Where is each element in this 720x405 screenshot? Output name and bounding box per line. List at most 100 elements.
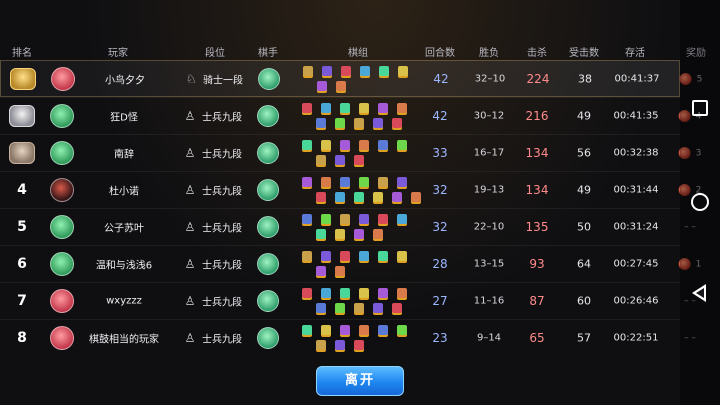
avatar[interactable] — [51, 66, 75, 91]
dan-label: 士兵九段 — [202, 149, 242, 161]
lineup-unit-icon — [397, 214, 407, 224]
table-header: 排名 玩家 段位 棋手 棋组 回合数 胜负 击杀 受击数 存活 奖励 — [0, 40, 706, 60]
chessman-avatar[interactable] — [257, 179, 279, 201]
kills-value: 224 — [526, 71, 550, 86]
lineup-unit-icon — [379, 66, 389, 76]
leave-button[interactable]: 离开 — [316, 366, 404, 396]
lineup-unit-icon — [321, 325, 331, 335]
lineup-units[interactable] — [298, 248, 422, 281]
table-row[interactable]: 4 杜小诺 ♙ 士兵九段 32 19–13 134 49 00:31:44 2 — [0, 171, 701, 208]
lineup-unit-icon — [378, 140, 388, 150]
win-loss-value: 11–16 — [473, 295, 505, 307]
hits-taken-value: 50 — [577, 220, 591, 234]
rank-number: 5 — [17, 219, 27, 235]
lineup-unit-icon — [316, 229, 326, 239]
lineup-unit-icon — [373, 118, 383, 128]
knight-chess-icon: ♘ — [185, 71, 197, 86]
kills-value: 135 — [525, 220, 549, 234]
hits-taken-value: 60 — [577, 294, 591, 308]
avatar[interactable] — [50, 141, 74, 165]
lineup-units[interactable] — [298, 100, 422, 133]
table-row[interactable]: 5 公子苏叶 ♙ 士兵九段 32 22–10 135 50 00:31:24– – — [0, 208, 696, 245]
lineup-units[interactable] — [298, 174, 422, 207]
avatar[interactable] — [50, 252, 74, 276]
lineup-unit-icon — [398, 66, 408, 76]
player-name: 小鸟夕夕 — [105, 75, 145, 86]
player-name: 狂D怪 — [110, 112, 138, 124]
win-loss-value: 30–12 — [473, 110, 505, 122]
lineup-unit-icon — [397, 325, 407, 335]
kills-value: 87 — [529, 294, 545, 308]
lineup-unit-icon — [316, 303, 326, 313]
pawn-chess-icon: ♙ — [184, 183, 196, 197]
dan-label: 士兵九段 — [202, 297, 242, 309]
survival-time: 00:41:35 — [613, 110, 659, 122]
lineup-unit-icon — [321, 288, 331, 298]
kills-value: 134 — [525, 183, 549, 197]
avatar[interactable] — [50, 289, 74, 313]
rank-number: 8 — [17, 330, 27, 346]
survival-time: 00:31:44 — [613, 184, 659, 196]
chessman-avatar[interactable] — [257, 216, 279, 238]
lineup-unit-icon — [321, 251, 331, 261]
chessman-avatar[interactable] — [257, 327, 279, 349]
header-rounds: 回合数 — [425, 48, 455, 59]
lineup-unit-icon — [335, 192, 345, 202]
lineup-unit-icon — [335, 155, 345, 165]
header-kills: 击杀 — [527, 48, 547, 59]
chessman-avatar[interactable] — [257, 142, 279, 164]
dan-label: 士兵九段 — [202, 334, 242, 346]
table-row[interactable]: 7 wxyzzz ♙ 士兵九段 27 11–16 87 60 00:26:46– – — [0, 282, 696, 319]
rank-number: 6 — [17, 256, 27, 272]
chessman-avatar[interactable] — [257, 105, 279, 127]
lineup-units[interactable] — [299, 63, 423, 96]
lineup-unit-icon — [359, 140, 369, 150]
header-dan: 段位 — [205, 48, 225, 59]
kills-value: 65 — [529, 331, 545, 345]
kills-value: 216 — [525, 109, 549, 123]
avatar[interactable] — [50, 178, 74, 202]
lineup-unit-icon — [340, 288, 350, 298]
avatar[interactable] — [50, 215, 74, 239]
chessman-avatar[interactable] — [257, 290, 279, 312]
avatar[interactable] — [50, 326, 74, 350]
header-rank: 排名 — [12, 48, 32, 59]
lineup-unit-icon — [302, 325, 312, 335]
lineup-unit-icon — [392, 192, 402, 202]
lineup-unit-icon — [335, 340, 345, 350]
header-chessman: 棋手 — [258, 48, 278, 59]
rounds-value: 32 — [432, 220, 448, 234]
chessman-avatar[interactable] — [257, 253, 279, 275]
hits-taken-value: 38 — [578, 72, 592, 85]
lineup-units[interactable] — [298, 137, 422, 170]
lineup-unit-icon — [302, 177, 312, 187]
home-icon[interactable] — [691, 193, 709, 211]
table-row[interactable]: 6 温和与浅浅6 ♙ 士兵九段 28 13–15 93 64 00:27:45 1 — [0, 245, 701, 282]
lineup-units[interactable] — [298, 211, 422, 244]
lineup-unit-icon — [302, 288, 312, 298]
rounds-value: 28 — [432, 257, 448, 271]
rank-number: 4 — [17, 182, 27, 198]
table-row[interactable]: 南辞 ♙ 士兵九段 33 16–17 134 56 00:32:38 3 — [0, 134, 701, 171]
lineup-unit-icon — [316, 266, 326, 276]
lineup-unit-icon — [392, 118, 402, 128]
recent-apps-icon[interactable] — [692, 100, 708, 116]
lineup-unit-icon — [359, 214, 369, 224]
table-row[interactable]: 小鸟夕夕 ♘ 骑士一段 42 32–10 224 38 00:41:37 5 — [0, 60, 702, 97]
lineup-unit-icon — [302, 251, 312, 261]
chessman-avatar[interactable] — [258, 67, 280, 90]
lineup-units[interactable] — [298, 285, 422, 318]
lineup-unit-icon — [302, 214, 312, 224]
lineup-unit-icon — [335, 266, 345, 276]
table-row[interactable]: 8 棋鼓相当的玩家 ♙ 士兵九段 23 9–14 65 57 00:22:51– – — [0, 319, 696, 356]
table-row[interactable]: 狂D怪 ♙ 士兵九段 42 30–12 216 49 00:41:35 4 — [0, 97, 701, 134]
lineup-units[interactable] — [298, 322, 422, 355]
lineup-unit-icon — [341, 66, 351, 76]
rank-medal-icon — [9, 142, 35, 164]
lineup-unit-icon — [373, 229, 383, 239]
lineup-unit-icon — [340, 325, 350, 335]
lineup-unit-icon — [354, 155, 364, 165]
lineup-unit-icon — [359, 288, 369, 298]
avatar[interactable] — [50, 104, 74, 128]
win-loss-value: 22–10 — [473, 221, 505, 233]
